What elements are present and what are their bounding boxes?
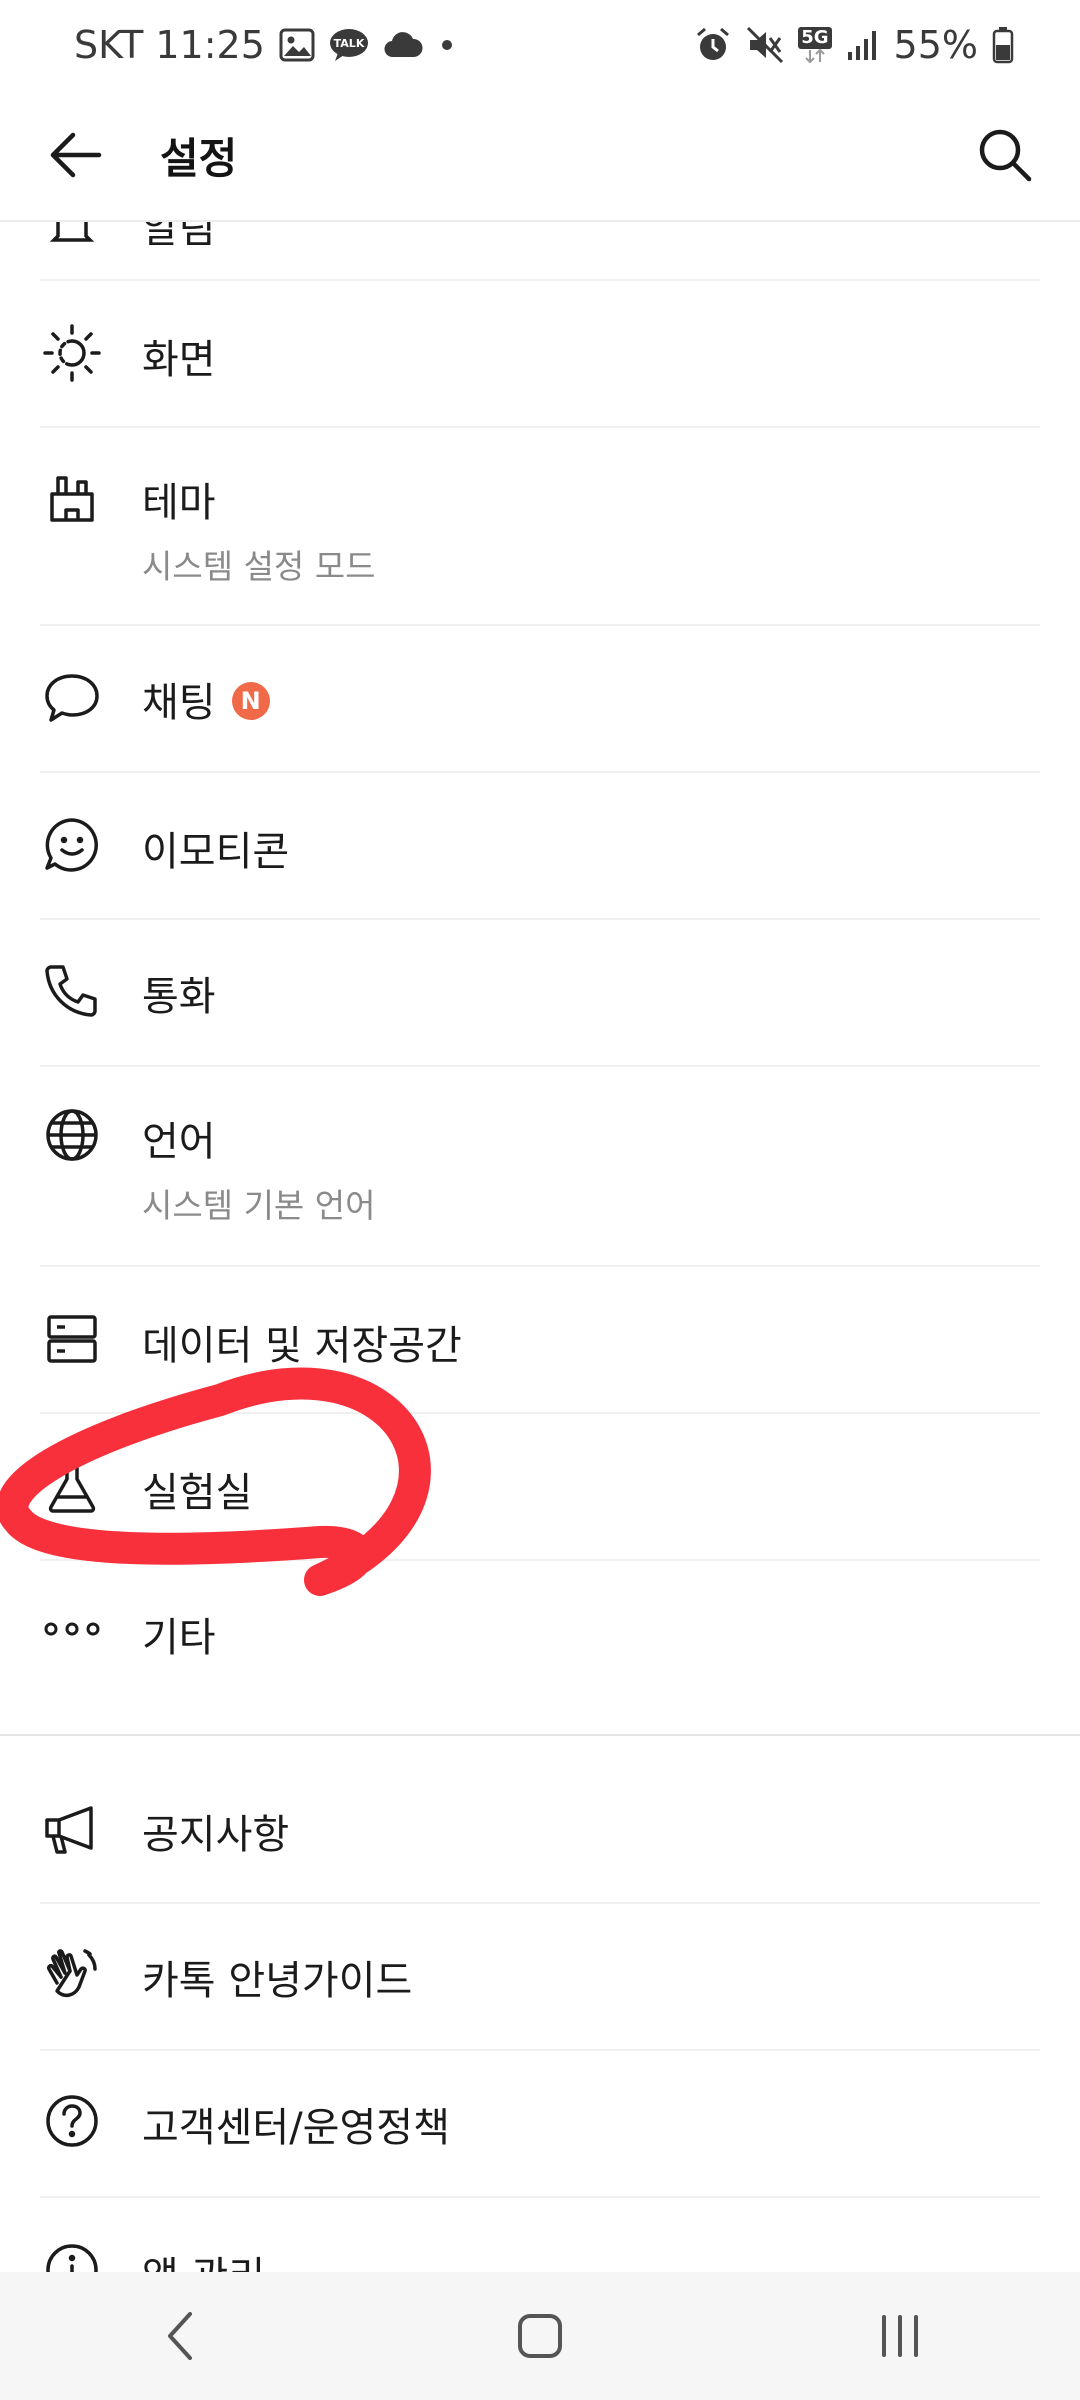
- settings-item-language[interactable]: 언어 시스템 기본 언어: [0, 1067, 1080, 1265]
- gallery-icon: [279, 28, 315, 62]
- settings-item-lab[interactable]: 실험실: [0, 1414, 1080, 1559]
- page-title: 설정: [160, 133, 238, 183]
- nav-home-button[interactable]: [480, 2286, 600, 2386]
- nav-back-button[interactable]: [120, 2286, 240, 2386]
- brightness-icon: [42, 323, 102, 383]
- settings-item-label: 채팅 N: [142, 670, 270, 728]
- home-square-icon: [518, 2314, 562, 2358]
- signal-icon: [846, 28, 880, 62]
- search-icon: [979, 129, 1032, 182]
- storage-icon: [42, 1309, 102, 1369]
- network-5g-icon: 5G: [798, 27, 832, 63]
- cloud-icon: [383, 31, 423, 59]
- settings-item-notice[interactable]: 공지사항: [0, 1736, 1080, 1902]
- info-circle-icon: [42, 2240, 102, 2272]
- system-navigation-bar: [0, 2272, 1080, 2400]
- more-notifications-dot-icon: [437, 35, 457, 55]
- smiley-icon: [42, 815, 102, 875]
- settings-item-label: 언어: [142, 1119, 216, 1165]
- megaphone-icon: [42, 1800, 102, 1860]
- settings-item-label: 이모티콘: [142, 829, 290, 875]
- arrow-left-icon: [50, 132, 102, 178]
- battery-percentage: 55%: [893, 23, 978, 67]
- settings-item-label: 실험실: [142, 1470, 253, 1516]
- settings-item-etc[interactable]: 기타: [0, 1561, 1080, 1731]
- settings-item-theme[interactable]: 테마 시스템 설정 모드: [0, 428, 1080, 624]
- settings-item-label: 화면: [142, 337, 216, 383]
- flask-icon: [42, 1456, 102, 1516]
- waving-hand-icon: [42, 1944, 102, 2004]
- alarm-icon: [694, 26, 732, 64]
- settings-item-chat[interactable]: 채팅 N: [0, 626, 1080, 771]
- settings-item-app-management[interactable]: 앱 관리: [0, 2198, 1080, 2272]
- theme-brush-icon: [42, 466, 102, 526]
- new-badge: N: [231, 682, 270, 720]
- settings-item-label: 통화: [142, 974, 216, 1020]
- settings-item-notification[interactable]: 알림: [0, 222, 1080, 280]
- globe-icon: [42, 1105, 102, 1165]
- search-button[interactable]: [970, 120, 1040, 190]
- settings-item-help[interactable]: 고객센터/운영정책: [0, 2051, 1080, 2196]
- settings-item-display[interactable]: 화면: [0, 281, 1080, 426]
- settings-item-label: 테마: [142, 480, 216, 526]
- back-button[interactable]: [40, 120, 110, 190]
- settings-item-guide[interactable]: 카톡 안녕가이드: [0, 1904, 1080, 2049]
- settings-item-emoticon[interactable]: 이모티콘: [0, 773, 1080, 918]
- settings-item-call[interactable]: 통화: [0, 920, 1080, 1065]
- settings-item-label: 공지사항: [142, 1812, 290, 1858]
- phone-icon: [42, 960, 102, 1020]
- settings-item-sublabel: 시스템 설정 모드: [142, 547, 376, 586]
- mute-icon: [746, 26, 784, 64]
- kakaotalk-notification-icon: TALK: [329, 28, 369, 62]
- app-bar: 설정: [0, 90, 1080, 222]
- chevron-left-icon: [168, 2312, 192, 2360]
- settings-item-label: 알림: [142, 222, 216, 252]
- settings-item-label: 기타: [142, 1615, 216, 1661]
- settings-list[interactable]: 알림 화면 테마 시스템 설정 모드 채팅 N 이모티콘 통화 언어 시스템 기…: [0, 222, 1080, 2272]
- carrier-time: SKT 11:25: [74, 23, 265, 67]
- battery-icon: [992, 26, 1014, 64]
- chat-label-text: 채팅: [142, 680, 216, 726]
- settings-item-label: 데이터 및 저장공간: [142, 1323, 462, 1369]
- svg-text:TALK: TALK: [334, 37, 365, 50]
- settings-item-label: 고객센터/운영정책: [142, 2105, 450, 2151]
- settings-item-label: 카톡 안녕가이드: [142, 1958, 413, 2004]
- bell-icon: [42, 222, 102, 254]
- settings-item-data-storage[interactable]: 데이터 및 저장공간: [0, 1267, 1080, 1412]
- network-type-label: 5G: [798, 27, 832, 49]
- help-circle-icon: [42, 2091, 102, 2151]
- nav-recents-button[interactable]: [840, 2286, 960, 2386]
- settings-item-sublabel: 시스템 기본 언어: [142, 1186, 376, 1225]
- screen: SKT 11:25 TALK 5G 55% 설정 알림 화면 테마 시스템 설정…: [0, 0, 1080, 2400]
- more-dots-icon: [42, 1599, 102, 1659]
- settings-item-label: 앱 관리: [142, 2244, 265, 2272]
- chat-bubble-icon: [42, 668, 102, 728]
- status-bar: SKT 11:25 TALK 5G 55%: [0, 0, 1080, 90]
- recent-apps-icon: [882, 2315, 918, 2357]
